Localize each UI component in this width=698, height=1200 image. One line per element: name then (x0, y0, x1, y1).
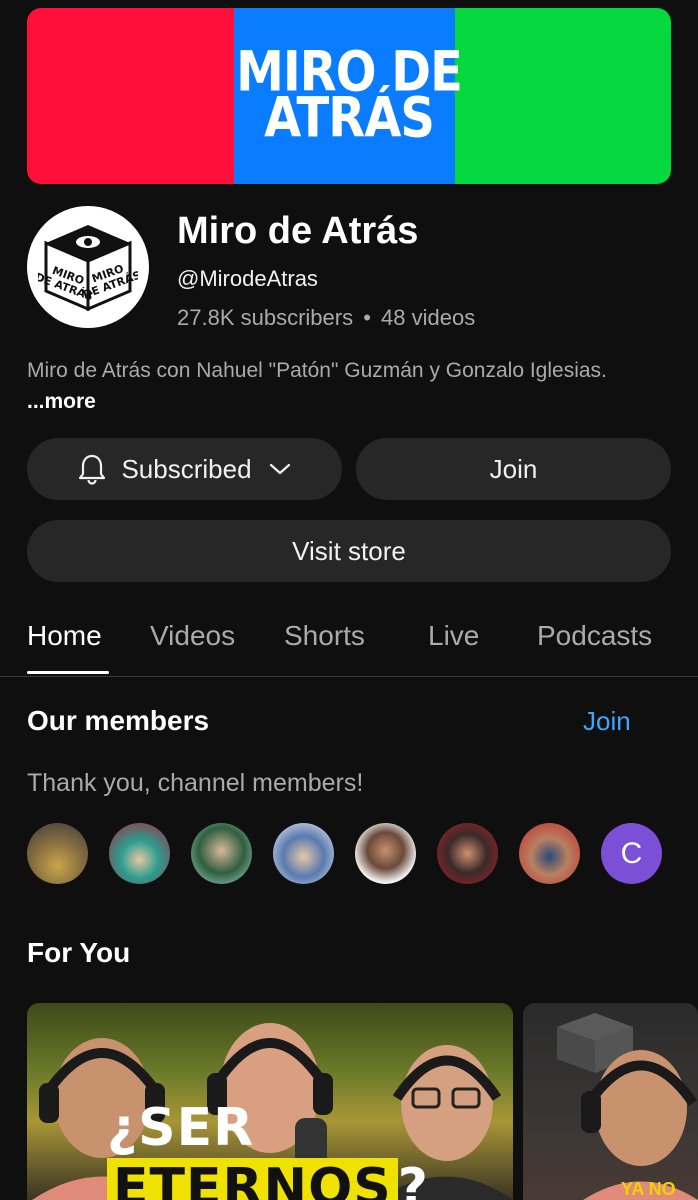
channel-description[interactable]: Miro de Atrás con Nahuel "Patón" Guzmán … (27, 355, 647, 417)
cube-logo-icon: MIRODE ATRÁS MIRODE ATRÁS (38, 225, 138, 312)
channel-avatar[interactable]: MIRODE ATRÁS MIRODE ATRÁS (27, 206, 149, 328)
tab-home[interactable]: Home (27, 620, 102, 652)
join-button[interactable]: Join (356, 438, 671, 500)
caption-start: ¿SER (107, 1098, 255, 1158)
member-avatar[interactable] (191, 823, 252, 884)
banner-title-line2: ATRÁS (264, 85, 435, 151)
member-avatar[interactable] (519, 823, 580, 884)
join-label: Join (489, 453, 538, 484)
member-initial: C (620, 836, 643, 870)
active-tab-indicator (27, 671, 109, 674)
description-text: Miro de Atrás con Nahuel "Patón" Guzmán … (27, 359, 607, 382)
caption-highlight: ETERNOS (107, 1158, 398, 1200)
member-avatar[interactable]: C (601, 823, 662, 884)
subscribed-button[interactable]: Subscribed (27, 438, 342, 500)
tab-shorts[interactable]: Shorts (284, 620, 365, 652)
tab-live[interactable]: Live (428, 620, 479, 652)
video-thumbnail[interactable]: ¿SER ETERNOS? (27, 1003, 513, 1200)
channel-tabs: Home Videos Shorts Live Podcasts (0, 600, 698, 677)
tab-podcasts[interactable]: Podcasts (537, 620, 652, 652)
subscriber-count: 27.8K subscribers (177, 305, 354, 330)
visit-store-label: Visit store (292, 535, 406, 566)
member-avatar[interactable] (27, 823, 88, 884)
subscribed-label: Subscribed (121, 453, 252, 484)
more-link[interactable]: ...more (27, 390, 96, 413)
video-count: 48 videos (381, 305, 476, 330)
member-avatar[interactable] (355, 823, 416, 884)
member-avatar[interactable] (437, 823, 498, 884)
video-thumbnail-image (557, 1013, 698, 1200)
members-thanks-text: Thank you, channel members! (27, 769, 364, 797)
members-join-link[interactable]: Join (583, 706, 631, 737)
member-avatar[interactable] (109, 823, 170, 884)
channel-handle: @MirodeAtras (177, 266, 318, 291)
channel-banner: MIRO DE ATRÁS (27, 8, 671, 184)
tab-videos[interactable]: Videos (150, 620, 235, 652)
video-thumbnail-caption: ¿SER ETERNOS? (107, 1098, 513, 1200)
members-section-title: Our members (27, 705, 210, 736)
stats-separator: • (363, 305, 371, 330)
channel-name: Miro de Atrás (177, 210, 419, 252)
bell-icon (77, 453, 107, 485)
caption-end: ? (397, 1158, 429, 1200)
banner-logo-text: MIRO DE ATRÁS (27, 8, 671, 184)
video-thumbnail-caption: YA NO (621, 1179, 676, 1199)
channel-stats: 27.8K subscribers • 48 videos (177, 305, 475, 331)
chevron-down-icon (268, 461, 292, 477)
visit-store-button[interactable]: Visit store (27, 520, 671, 582)
member-avatar[interactable] (273, 823, 334, 884)
video-thumbnail[interactable]: YA NO (523, 1003, 698, 1200)
for-you-section-title: For You (27, 937, 131, 968)
